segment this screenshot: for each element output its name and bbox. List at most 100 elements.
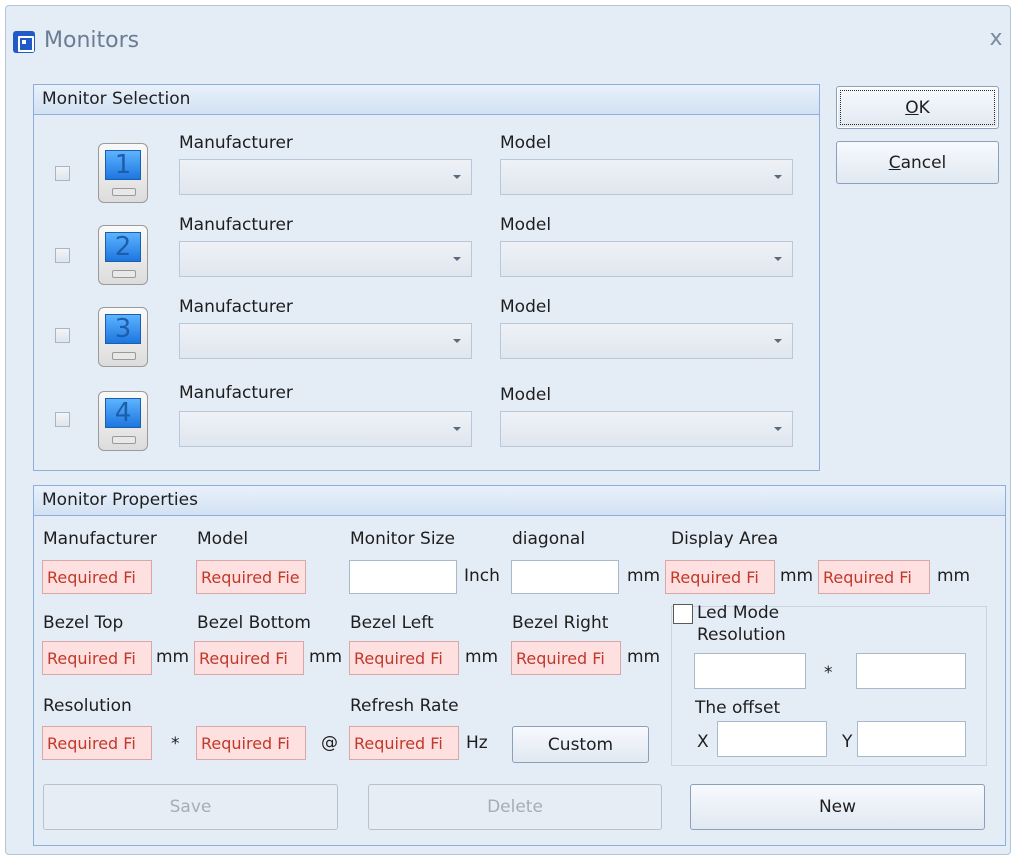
monitor-number-2: 2 <box>105 232 141 262</box>
ok-button[interactable]: OK <box>836 86 999 129</box>
app-icon <box>13 31 35 53</box>
new-button[interactable]: New <box>690 784 985 830</box>
model-label: Model <box>500 215 552 235</box>
bezel-bottom-input[interactable] <box>194 641 304 675</box>
bezel-right-label: Bezel Right <box>512 613 609 633</box>
manufacturer-label: Manufacturer <box>179 383 293 403</box>
monitor-properties-group: Monitor Properties Manufacturer Model Mo… <box>33 485 1006 846</box>
diagonal-label: diagonal <box>512 529 586 549</box>
manufacturer-4-dropdown[interactable] <box>179 411 472 447</box>
model-label: Model <box>500 385 552 405</box>
model-input[interactable] <box>196 560 306 594</box>
dropdown-arrow-icon <box>453 257 461 261</box>
custom-button[interactable]: Custom <box>512 726 649 763</box>
offset-x-input[interactable] <box>717 721 827 757</box>
display-area-height-input[interactable] <box>818 560 930 594</box>
title-bar: Monitors x <box>6 6 1010 76</box>
monitor-1-checkbox[interactable] <box>55 166 70 181</box>
monitors-dialog: Monitors x OK Cancel Monitor Selection 1… <box>5 5 1011 855</box>
bezel-left-input[interactable] <box>349 641 459 675</box>
led-resolution-height-input[interactable] <box>856 653 966 689</box>
bezel-top-input[interactable] <box>42 641 152 675</box>
monitor-stand <box>112 352 136 360</box>
cancel-button[interactable]: Cancel <box>836 141 999 184</box>
resolution-label: Resolution <box>43 696 132 716</box>
dropdown-arrow-icon <box>453 427 461 431</box>
at-symbol: @ <box>321 733 338 753</box>
close-icon[interactable]: x <box>984 26 1008 52</box>
monitor-4-checkbox[interactable] <box>55 412 70 427</box>
offset-y-label: Y <box>842 732 853 752</box>
mm-unit: mm <box>156 647 190 667</box>
display-area-label: Display Area <box>671 529 779 549</box>
mm-unit: mm <box>465 647 499 667</box>
mm-unit: mm <box>627 647 661 667</box>
resolution-height-input[interactable] <box>196 726 306 760</box>
offset-x-label: X <box>697 732 709 752</box>
cancel-label: ancel <box>900 152 947 173</box>
monitor-icon: 4 <box>98 391 148 451</box>
display-area-width-input[interactable] <box>665 560 775 594</box>
dropdown-arrow-icon <box>774 427 782 431</box>
monitor-selection-header: Monitor Selection <box>34 85 819 115</box>
dropdown-arrow-icon <box>774 175 782 179</box>
window-title: Monitors <box>44 28 140 53</box>
monitor-size-input[interactable] <box>349 560 457 594</box>
offset-y-input[interactable] <box>857 721 966 757</box>
led-mode-label: Led Mode <box>697 603 780 623</box>
model-2-dropdown[interactable] <box>500 241 793 277</box>
monitor-number-3: 3 <box>105 314 141 344</box>
monitor-2-checkbox[interactable] <box>55 248 70 263</box>
monitor-stand <box>112 436 136 444</box>
model-label: Model <box>500 133 552 153</box>
manufacturer-3-dropdown[interactable] <box>179 323 472 359</box>
led-mode-checkbox[interactable] <box>673 604 693 624</box>
bezel-bottom-label: Bezel Bottom <box>197 613 311 633</box>
model-4-dropdown[interactable] <box>500 411 793 447</box>
refresh-rate-input[interactable] <box>349 726 459 760</box>
led-mode-box: Led Mode Resolution * The offset X Y <box>671 603 987 766</box>
model-3-dropdown[interactable] <box>500 323 793 359</box>
manufacturer-label: Manufacturer <box>43 529 157 549</box>
mm-unit: mm <box>627 566 661 586</box>
dropdown-arrow-icon <box>774 339 782 343</box>
manufacturer-label: Manufacturer <box>179 215 293 235</box>
dropdown-arrow-icon <box>453 175 461 179</box>
model-1-dropdown[interactable] <box>500 159 793 195</box>
monitor-3-checkbox[interactable] <box>55 328 70 343</box>
resolution-width-input[interactable] <box>42 726 152 760</box>
led-resolution-width-input[interactable] <box>694 653 806 689</box>
manufacturer-2-dropdown[interactable] <box>179 241 472 277</box>
refresh-rate-label: Refresh Rate <box>350 696 459 716</box>
delete-button[interactable]: Delete <box>368 784 662 830</box>
hz-unit: Hz <box>466 733 488 753</box>
diagonal-input[interactable] <box>511 560 619 594</box>
dropdown-arrow-icon <box>774 257 782 261</box>
mm-unit: mm <box>937 566 971 586</box>
mm-unit: mm <box>780 566 814 586</box>
times-symbol: * <box>824 663 833 683</box>
bezel-left-label: Bezel Left <box>350 613 434 633</box>
save-button[interactable]: Save <box>43 784 338 830</box>
monitor-icon: 3 <box>98 307 148 367</box>
monitor-stand <box>112 270 136 278</box>
model-label: Model <box>197 529 249 549</box>
mm-unit: mm <box>309 647 343 667</box>
monitor-icon: 1 <box>98 143 148 203</box>
inch-unit: Inch <box>464 566 500 586</box>
monitor-number-4: 4 <box>105 398 141 428</box>
focus-ring <box>840 90 995 125</box>
cancel-mnemonic: C <box>888 152 901 173</box>
dropdown-arrow-icon <box>453 339 461 343</box>
manufacturer-1-dropdown[interactable] <box>179 159 472 195</box>
manufacturer-label: Manufacturer <box>179 297 293 317</box>
monitor-size-label: Monitor Size <box>350 529 455 549</box>
manufacturer-input[interactable] <box>42 560 152 594</box>
bezel-top-label: Bezel Top <box>43 613 124 633</box>
bezel-right-input[interactable] <box>511 641 621 675</box>
model-label: Model <box>500 297 552 317</box>
monitor-stand <box>112 188 136 196</box>
monitor-selection-group: Monitor Selection 1 Manufacturer Model 2… <box>33 84 820 471</box>
monitor-properties-header: Monitor Properties <box>34 486 1005 516</box>
times-symbol: * <box>171 734 180 754</box>
